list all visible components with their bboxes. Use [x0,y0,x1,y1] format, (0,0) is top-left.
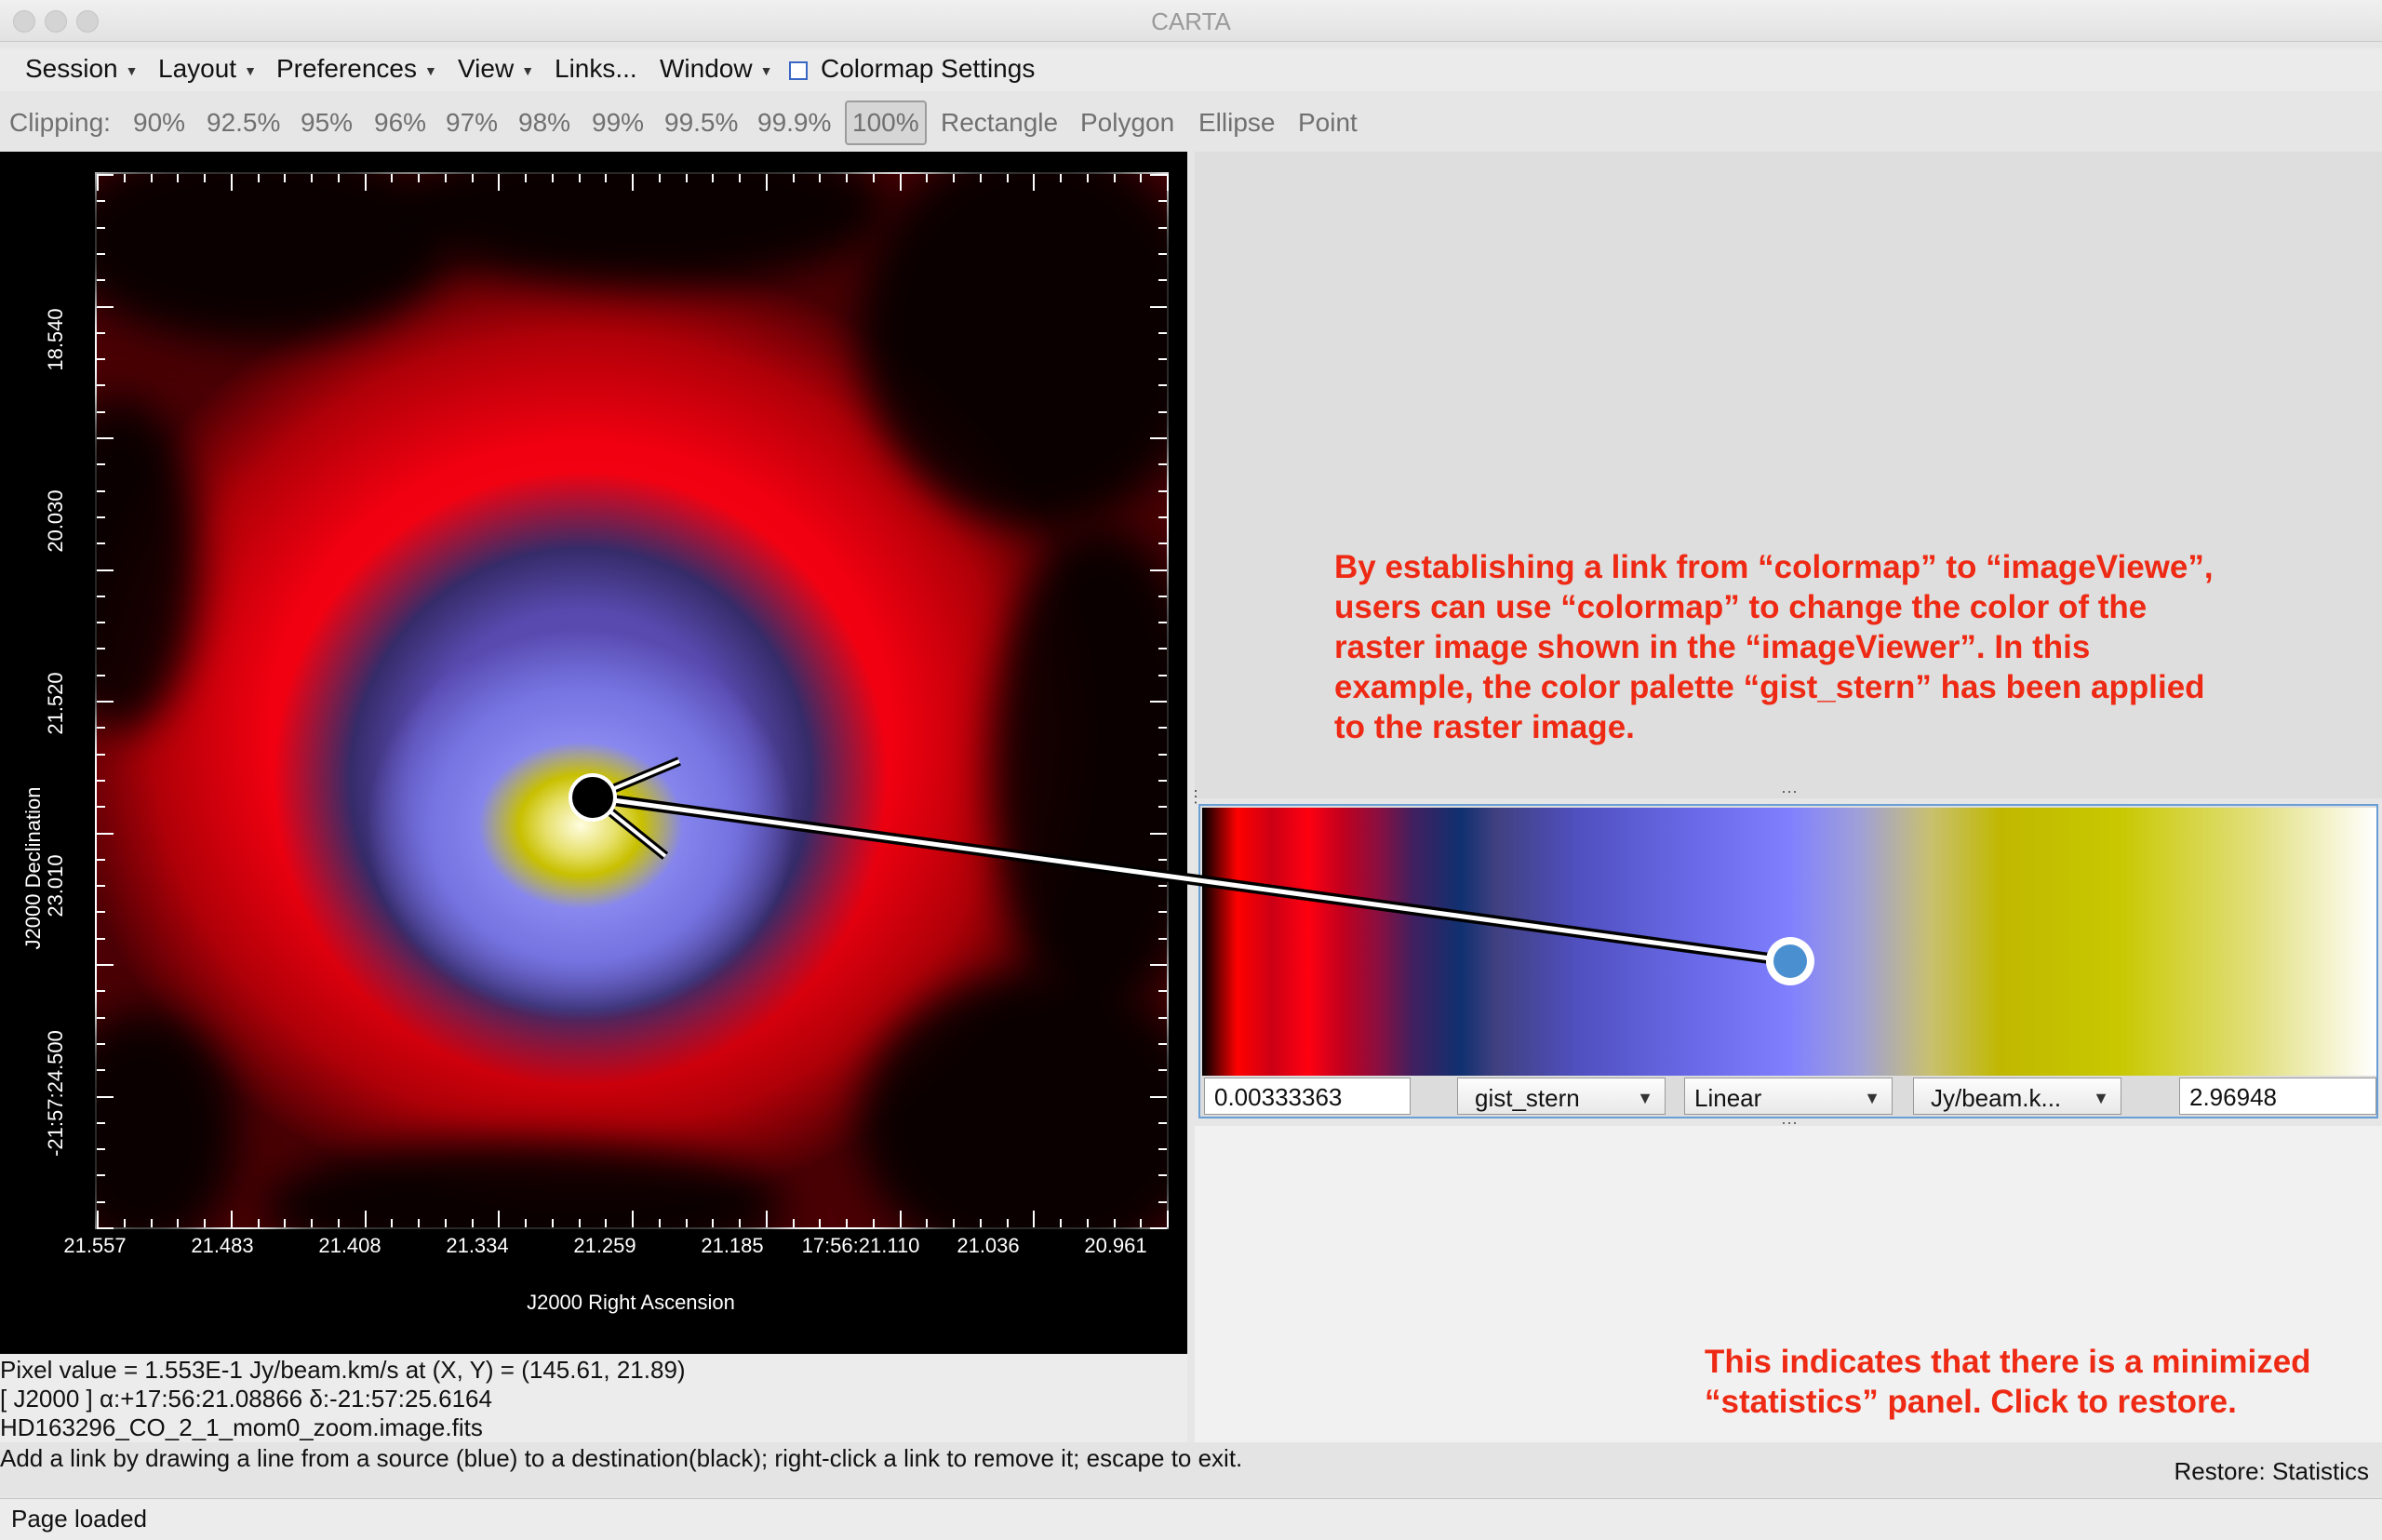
link-source-handle[interactable] [1773,944,1807,978]
link-line[interactable] [592,795,1791,964]
link-destination-handle[interactable] [569,773,617,822]
link-overlay [569,757,1814,985]
